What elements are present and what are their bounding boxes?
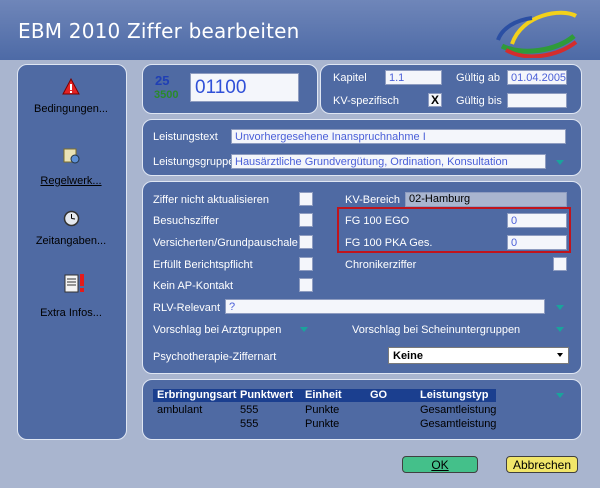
col-einheit: Einheit bbox=[305, 389, 342, 401]
ok-button[interactable]: OK bbox=[402, 456, 478, 473]
kein-ap-kontakt-label: Kein AP-Kontakt bbox=[153, 280, 234, 292]
vorschlag-scheinuntergruppen-label: Vorschlag bei Scheinuntergruppen bbox=[352, 324, 521, 336]
psychotherapie-value: Keine bbox=[393, 350, 423, 362]
besuchsziffer-label: Besuchsziffer bbox=[153, 215, 219, 227]
kein-ap-kontakt-checkbox[interactable] bbox=[299, 278, 313, 292]
gueltig-bis-label: Gültig bis bbox=[456, 95, 502, 107]
vorschlag-scheinuntergruppen-dropdown-icon[interactable] bbox=[556, 327, 564, 332]
cell-leistungstyp: Gesamtleistung bbox=[420, 418, 497, 430]
leistungsgruppe-dropdown-icon[interactable] bbox=[556, 160, 564, 165]
versicherten-grundpauschale-checkbox[interactable] bbox=[299, 235, 313, 249]
kv-bereich-label: KV-Bereich bbox=[345, 194, 401, 206]
kv-spezifisch-label: KV-spezifisch bbox=[333, 95, 400, 107]
rules-icon[interactable] bbox=[63, 147, 80, 167]
leistungstext-field[interactable]: Unvorhergesehene Inanspruchnahme I bbox=[231, 129, 566, 144]
ziffer-nicht-aktualisieren-checkbox[interactable] bbox=[299, 192, 313, 206]
cell-erbringungsart: ambulant bbox=[157, 404, 203, 416]
rlv-relevant-label: RLV-Relevant bbox=[153, 302, 221, 314]
ziffer-nicht-aktualisieren-label: Ziffer nicht aktualisieren bbox=[153, 194, 269, 206]
col-go: GO bbox=[370, 389, 388, 401]
kapitel-label: Kapitel bbox=[333, 72, 367, 84]
erfuellt-berichtspflicht-label: Erfüllt Berichtspflicht bbox=[153, 259, 253, 271]
fg100-ego-field[interactable]: 0 bbox=[507, 213, 567, 228]
erfuellt-berichtspflicht-checkbox[interactable] bbox=[299, 257, 313, 271]
ebm-icon: 25 bbox=[155, 74, 169, 87]
sidebar-item-zeitangaben[interactable]: Zeitangaben... bbox=[18, 235, 124, 247]
fg100-ego-label: FG 100 EGO bbox=[345, 215, 410, 227]
vorschlag-arztgruppen-label: Vorschlag bei Arztgruppen bbox=[153, 324, 282, 336]
cell-einheit: Punkte bbox=[305, 418, 340, 430]
chronikerziffer-checkbox[interactable] bbox=[553, 257, 567, 271]
gueltig-bis-field[interactable] bbox=[507, 93, 567, 108]
leistungsgruppe-label: Leistungsgruppe bbox=[153, 156, 235, 168]
ebm-icon-bottom: 3500 bbox=[154, 89, 179, 101]
gueltig-ab-label: Gültig ab bbox=[456, 72, 501, 84]
code-field[interactable]: 01100 bbox=[190, 73, 299, 102]
sidebar-item-extra-infos[interactable]: Extra Infos... bbox=[18, 307, 124, 319]
sidebar-item-regelwerk[interactable]: Regelwerk... bbox=[18, 175, 124, 187]
rlv-dropdown-icon[interactable] bbox=[556, 305, 564, 310]
versicherten-grundpauschale-label: Versicherten/Grundpauschale bbox=[153, 237, 298, 249]
cell-punktwert: 555 bbox=[240, 418, 259, 430]
psychotherapie-label: Psychotherapie-Ziffernart bbox=[153, 351, 277, 363]
col-erbringungsart: Erbringungsart bbox=[157, 389, 237, 401]
rlv-relevant-field[interactable]: ? bbox=[225, 299, 545, 314]
table-dropdown-icon[interactable] bbox=[556, 393, 564, 398]
chevron-down-icon bbox=[557, 353, 563, 357]
leistungsgruppe-field[interactable]: Hausärztliche Grundvergütung, Ordination… bbox=[231, 154, 546, 169]
window-title: EBM 2010 Ziffer bearbeiten bbox=[18, 19, 300, 43]
besuchsziffer-checkbox[interactable] bbox=[299, 213, 313, 227]
notes-icon[interactable] bbox=[64, 273, 86, 298]
sidebar-item-bedingungen[interactable]: Bedingungen... bbox=[18, 103, 124, 115]
col-leistungstyp: Leistungstyp bbox=[420, 389, 489, 401]
cell-leistungstyp: Gesamtleistung bbox=[420, 404, 497, 416]
kapitel-field[interactable]: 1.1 bbox=[385, 70, 442, 85]
fg100-pka-field[interactable]: 0 bbox=[507, 235, 567, 250]
kv-spezifisch-checkbox[interactable]: X bbox=[428, 93, 442, 107]
app-logo bbox=[496, 10, 578, 58]
cancel-button[interactable]: Abbrechen bbox=[506, 456, 578, 473]
warning-icon[interactable] bbox=[62, 77, 80, 98]
ebm-icon-top: 25 bbox=[155, 73, 170, 88]
col-punktwert: Punktwert bbox=[240, 389, 294, 401]
psychotherapie-select[interactable]: Keine bbox=[388, 347, 569, 364]
chronikerziffer-label: Chronikerziffer bbox=[345, 259, 417, 271]
gueltig-ab-field[interactable]: 01.04.2005 bbox=[507, 70, 567, 85]
leistungstext-label: Leistungstext bbox=[153, 131, 218, 143]
kv-bereich-field[interactable]: 02-Hamburg bbox=[405, 192, 567, 207]
sidebar bbox=[17, 64, 127, 440]
cell-punktwert: 555 bbox=[240, 404, 259, 416]
clock-icon[interactable] bbox=[63, 210, 80, 230]
cell-einheit: Punkte bbox=[305, 404, 340, 416]
vorschlag-arztgruppen-dropdown-icon[interactable] bbox=[300, 327, 308, 332]
fg100-pka-label: FG 100 PKA Ges. bbox=[345, 237, 433, 249]
